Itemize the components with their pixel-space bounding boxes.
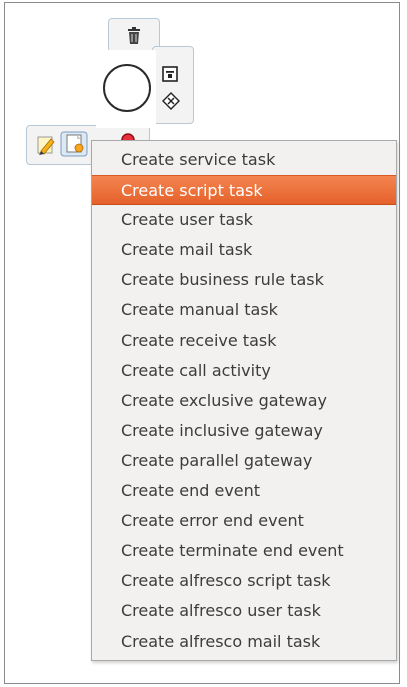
- task-icon[interactable]: [60, 131, 88, 157]
- menu-item[interactable]: Create alfresco script task: [92, 566, 396, 596]
- menu-item[interactable]: Create mail task: [92, 235, 396, 265]
- menu-item[interactable]: Create service task: [92, 145, 396, 175]
- menu-item[interactable]: Create alfresco user task: [92, 596, 396, 626]
- menu-item[interactable]: Create terminate end event: [92, 536, 396, 566]
- text-annotation-icon[interactable]: [162, 66, 178, 82]
- menu-item[interactable]: Create user task: [92, 205, 396, 235]
- menu-item[interactable]: Create alfresco mail task: [92, 627, 396, 657]
- create-shape-menu: Create service task Create script task Cre…: [91, 140, 397, 661]
- edit-icon[interactable]: [36, 133, 56, 155]
- menu-item[interactable]: Create inclusive gateway: [92, 416, 396, 446]
- menu-item[interactable]: Create exclusive gateway: [92, 386, 396, 416]
- menu-item[interactable]: Create parallel gateway: [92, 446, 396, 476]
- menu-item[interactable]: Create end event: [92, 476, 396, 506]
- menu-item[interactable]: Create script task: [92, 175, 396, 206]
- menu-item[interactable]: Create manual task: [92, 295, 396, 325]
- delete-icon[interactable]: [124, 26, 144, 46]
- menu-item[interactable]: Create business rule task: [92, 265, 396, 295]
- start-event-shape[interactable]: [103, 64, 151, 112]
- gateway-icon[interactable]: [162, 92, 180, 110]
- context-pad-right: [152, 46, 194, 124]
- menu-item[interactable]: Create receive task: [92, 326, 396, 356]
- menu-item[interactable]: Create error end event: [92, 506, 396, 536]
- menu-item[interactable]: Create call activity: [92, 356, 396, 386]
